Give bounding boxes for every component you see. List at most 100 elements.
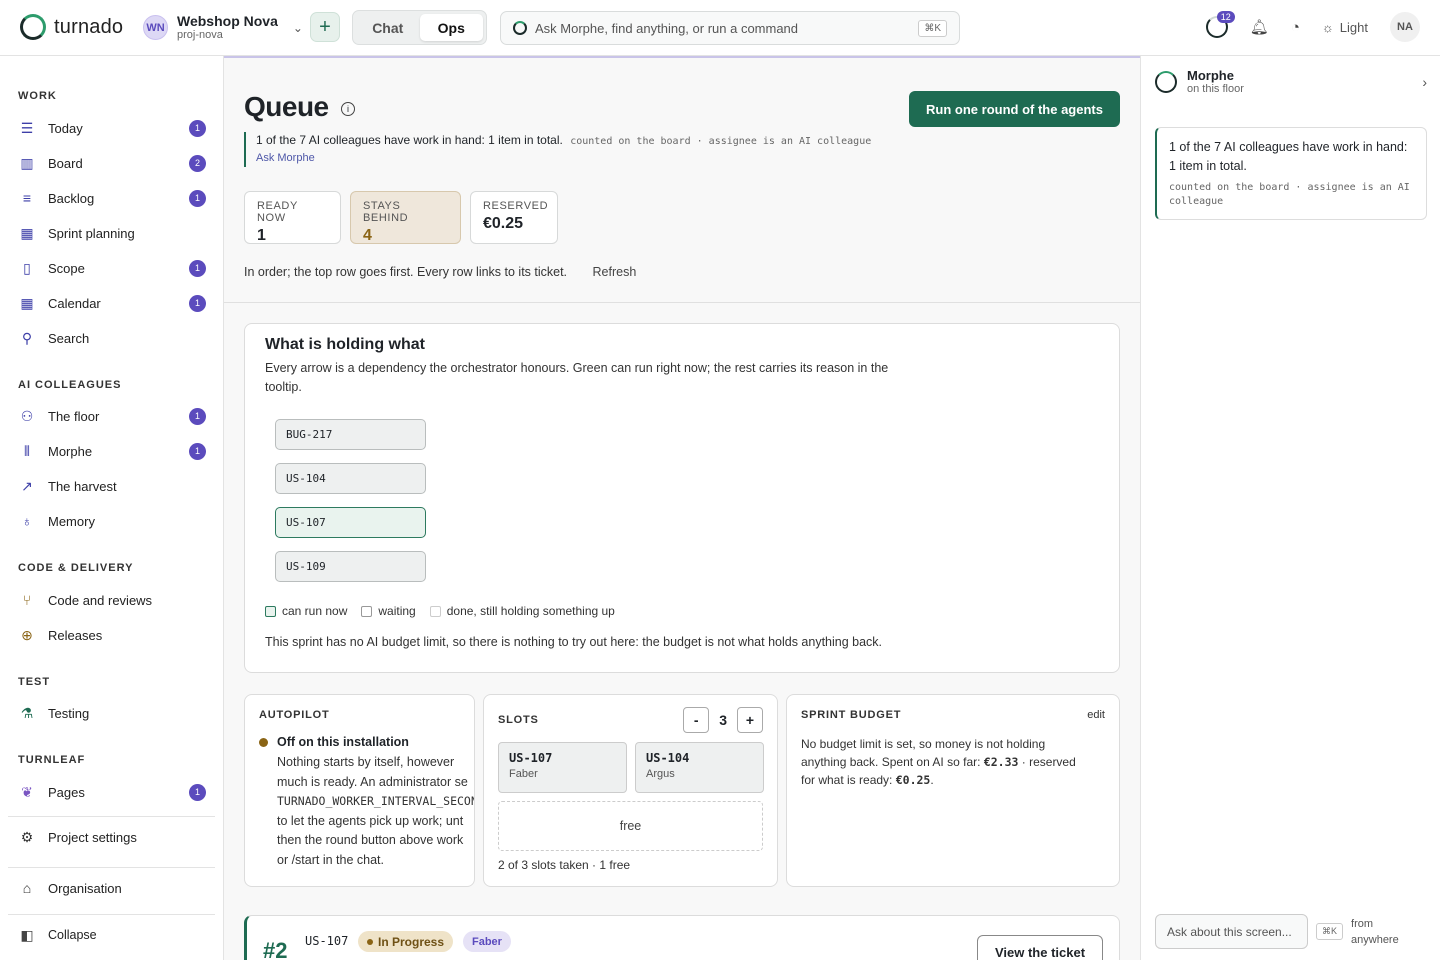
release-arrow-icon: ⊕ bbox=[21, 626, 33, 643]
legend-label: can run now bbox=[282, 604, 348, 618]
sidebar-item-board[interactable]: ▥ Board 2 bbox=[18, 152, 206, 174]
create-button[interactable]: + bbox=[310, 12, 340, 42]
budget-description: No budget limit is set, so money is not … bbox=[801, 735, 1091, 789]
speed-gauge-icon[interactable]: ◔ bbox=[1291, 19, 1300, 36]
summary-note: counted on the board · assignee is an AI… bbox=[570, 136, 872, 147]
count-badge: 2 bbox=[189, 154, 206, 172]
collapse-sidebar-button[interactable]: ◧ Collapse bbox=[18, 924, 206, 946]
autopilot-line: or /start in the chat. bbox=[277, 852, 384, 867]
status-text: In Progress bbox=[378, 934, 445, 949]
autopilot-description: Nothing starts by itself, however much i… bbox=[277, 753, 475, 870]
divider bbox=[8, 816, 215, 817]
sidebar-item-organisation[interactable]: ⌂ Organisation bbox=[18, 877, 206, 899]
ticket-node-us-107[interactable]: US-107 bbox=[275, 507, 426, 538]
view-ticket-button[interactable]: View the ticket bbox=[977, 935, 1103, 960]
autopilot-line: much is ready. An administrator se bbox=[277, 774, 468, 789]
theme-toggle[interactable]: ☼ Light bbox=[1322, 20, 1368, 35]
sidebar-item-today[interactable]: ☰ Today 1 bbox=[18, 117, 206, 139]
sidebar-item-testing[interactable]: ⚗ Testing bbox=[18, 702, 206, 724]
sidebar-item-label: The harvest bbox=[48, 478, 117, 494]
count-badge: 1 bbox=[189, 442, 206, 460]
lines-icon: ≡ bbox=[22, 190, 32, 206]
user-avatar[interactable]: NA bbox=[1390, 12, 1420, 42]
activity-button[interactable]: 12 bbox=[1205, 11, 1235, 38]
autopilot-env-var: TURNADO_WORKER_INTERVAL_SECON bbox=[277, 794, 475, 808]
legend-item: can run now bbox=[265, 604, 347, 618]
command-search-input[interactable]: Ask Morphe, find anything, or run a comm… bbox=[500, 11, 960, 45]
ticket-node-us-104[interactable]: US-104 bbox=[275, 463, 426, 494]
info-icon[interactable]: i bbox=[341, 102, 355, 116]
sidebar-item-sprint-planning[interactable]: ▦ Sprint planning bbox=[18, 222, 206, 244]
sidebar-item-scope[interactable]: ▯ Scope 1 bbox=[18, 257, 206, 279]
row-ticket-id[interactable]: US-107 bbox=[305, 934, 348, 948]
sidebar-item-backlog[interactable]: ≡ Backlog 1 bbox=[18, 187, 206, 209]
sidebar-item-label: Sprint planning bbox=[48, 225, 135, 241]
run-agents-button[interactable]: Run one round of the agents bbox=[909, 91, 1120, 127]
stat-stays-behind[interactable]: STAYS BEHIND 4 bbox=[350, 191, 461, 244]
sidebar-item-calendar[interactable]: ▦ Calendar 1 bbox=[18, 292, 206, 314]
app-logo[interactable]: turnado bbox=[20, 14, 123, 40]
edit-budget-link[interactable]: edit bbox=[1087, 709, 1105, 721]
ask-morphe-link[interactable]: Ask Morphe bbox=[256, 150, 871, 167]
legend-item: waiting bbox=[361, 604, 416, 618]
decrease-slots-button[interactable]: - bbox=[683, 707, 710, 733]
sidebar-item-label: Memory bbox=[48, 513, 95, 529]
sidebar-item-project-settings[interactable]: ⚙ Project settings bbox=[18, 826, 206, 848]
tab-ops[interactable]: Ops bbox=[419, 14, 483, 41]
section-work: WORK bbox=[18, 90, 57, 102]
stat-value: 1 bbox=[257, 227, 266, 244]
increase-slots-button[interactable]: + bbox=[737, 707, 763, 733]
sidebar-item-label: Pages bbox=[48, 784, 85, 800]
count-badge: 1 bbox=[189, 783, 206, 801]
sidebar: WORK ☰ Today 1 ▥ Board 2 ≡ Backlog 1 ▦ Sprint p… bbox=[0, 56, 224, 960]
status-dot bbox=[367, 938, 373, 945]
sidebar-item-code-and-reviews[interactable]: ⑂ Code and reviews bbox=[18, 589, 206, 611]
ticket-node-us-109[interactable]: US-109 bbox=[275, 551, 426, 582]
people-icon: ⚇ bbox=[20, 407, 34, 424]
morphe-panel-header[interactable]: Morphe on this floor › bbox=[1155, 68, 1427, 95]
workspace-switcher[interactable]: WN Webshop Nova proj-nova ⌄ bbox=[143, 13, 303, 42]
sidebar-item-the-harvest[interactable]: ↗ The harvest bbox=[18, 475, 206, 497]
tab-chat[interactable]: Chat bbox=[356, 14, 420, 41]
flask-icon: ⚗ bbox=[20, 704, 34, 721]
stat-value: 4 bbox=[363, 227, 372, 244]
sidebar-item-label: Today bbox=[48, 120, 83, 136]
dependency-description: Every arrow is a dependency the orchestr… bbox=[265, 361, 889, 394]
queue-row[interactable]: #2 US-107 In Progress Faber View the tic… bbox=[244, 915, 1120, 960]
stat-label: READY NOW bbox=[257, 200, 298, 224]
chevron-right-icon[interactable]: › bbox=[1422, 74, 1427, 90]
sidebar-item-the-floor[interactable]: ⚇ The floor 1 bbox=[18, 405, 206, 427]
lightbulb-icon: ♁ bbox=[21, 513, 33, 529]
chevron-down-icon: ⌄ bbox=[292, 20, 303, 35]
activity-count-badge: 12 bbox=[1216, 11, 1235, 23]
app-name: turnado bbox=[54, 15, 124, 38]
sidebar-item-releases[interactable]: ⊕ Releases bbox=[18, 624, 206, 646]
autopilot-status-text: Off on this installation bbox=[277, 735, 409, 749]
sidebar-item-memory[interactable]: ♁ Memory bbox=[18, 510, 206, 532]
legend-item: done, still holding something up bbox=[429, 604, 615, 618]
stat-value: €0.25 bbox=[483, 215, 524, 232]
bell-icon[interactable]: 🔔︎ bbox=[1250, 18, 1269, 36]
workspace-avatar: WN bbox=[143, 15, 168, 40]
sidebar-item-pages[interactable]: ❦ Pages 1 bbox=[18, 781, 206, 803]
section-turnleaf: TURNLEAF bbox=[18, 754, 86, 766]
sidebar-item-label: Search bbox=[48, 330, 90, 346]
slot-item[interactable]: US-104 Argus bbox=[635, 742, 764, 793]
ticket-node-bug-217[interactable]: BUG-217 bbox=[275, 419, 426, 450]
slots-summary: 2 of 3 slots taken · 1 free bbox=[498, 858, 631, 872]
sidebar-item-morphe[interactable]: ⦀ Morphe 1 bbox=[18, 440, 206, 462]
sidebar-item-label: Calendar bbox=[48, 295, 101, 311]
section-ai-colleagues: AI COLLEAGUES bbox=[18, 379, 122, 391]
slots-title: SLOTS bbox=[498, 714, 539, 726]
slot-item[interactable]: US-107 Faber bbox=[498, 742, 627, 793]
sidebar-item-label: Code and reviews bbox=[48, 592, 153, 608]
morphe-ask-input[interactable]: Ask about this screen... bbox=[1155, 914, 1308, 949]
refresh-button[interactable]: Refresh bbox=[593, 265, 637, 279]
sidebar-item-search[interactable]: ⚲ Search bbox=[18, 327, 206, 349]
budget-spent: €2.33 bbox=[983, 755, 1019, 769]
autopilot-status: Off on this installation bbox=[259, 735, 409, 749]
slots-card: SLOTS - 3 + US-107 Faber US-104 Argus free… bbox=[483, 694, 778, 887]
free-slot: free bbox=[498, 801, 763, 851]
document-icon: ▯ bbox=[23, 259, 31, 276]
sidebar-item-label: Releases bbox=[48, 627, 103, 643]
